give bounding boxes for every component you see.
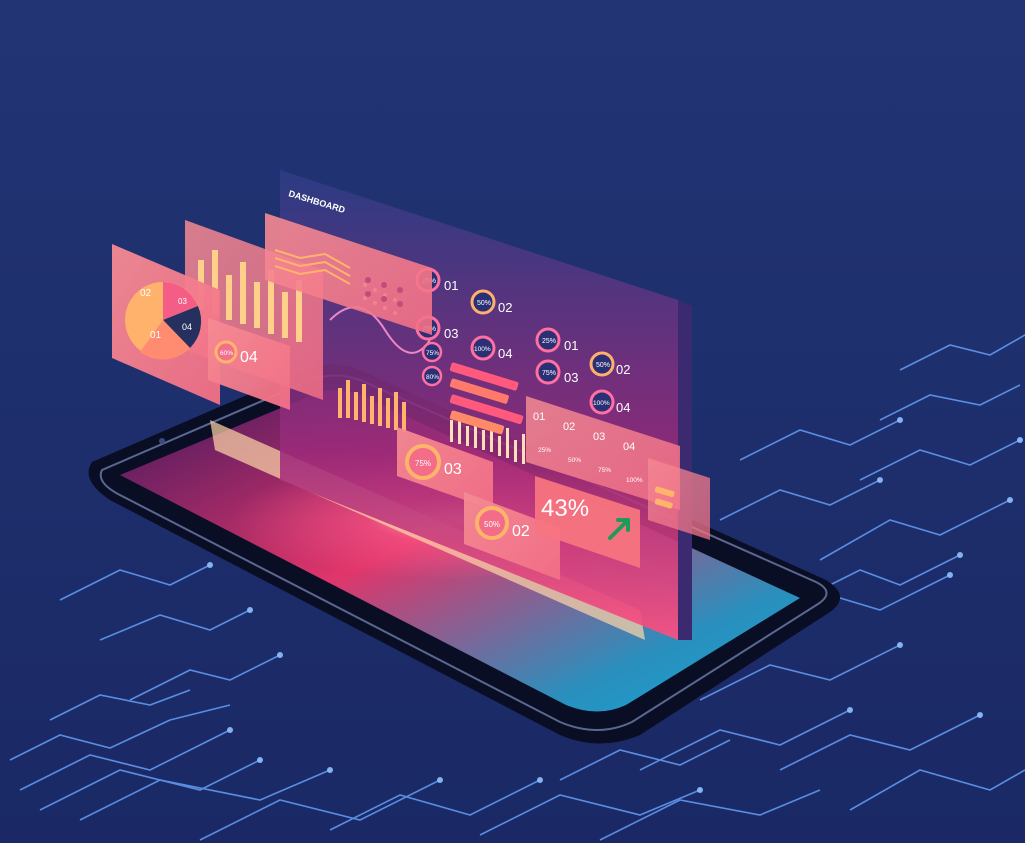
stat-number: 04 xyxy=(240,349,258,366)
ring-percent: 50% xyxy=(477,300,491,307)
small-stat: 80% xyxy=(426,374,439,381)
row-number: 03 xyxy=(444,326,458,341)
row-number: 01 xyxy=(444,278,458,293)
row-number: 04 xyxy=(623,441,635,453)
ring-percent: 75% xyxy=(542,370,556,377)
row-number: 03 xyxy=(593,431,605,443)
row-number: 02 xyxy=(498,300,512,315)
row-number: 03 xyxy=(564,370,578,385)
stat-percent: 60% xyxy=(220,350,233,357)
pie-label: 04 xyxy=(182,322,192,332)
pie-label: 01 xyxy=(150,330,162,341)
ring-percent: 25% xyxy=(542,338,556,345)
row-number: 04 xyxy=(498,346,512,361)
row-number: 01 xyxy=(533,411,545,423)
front-camera-icon xyxy=(159,438,165,444)
ring-percent: 100% xyxy=(626,477,643,484)
pie-label: 02 xyxy=(140,288,152,299)
ring-percent: 75% xyxy=(598,467,611,474)
illustration-canvas: DASHBOARD 25% 01 xyxy=(0,0,1025,843)
highlight-value: 43% xyxy=(541,495,589,522)
stat-number: 02 xyxy=(512,523,530,540)
pie-label: 03 xyxy=(178,297,187,306)
ring-percent: 100% xyxy=(474,346,491,353)
stat-number: 03 xyxy=(444,461,462,478)
ring-percent: 25% xyxy=(538,447,551,454)
ring-percent: 50% xyxy=(596,362,610,369)
row-number: 02 xyxy=(616,362,630,377)
ring-percent: 50% xyxy=(568,457,581,464)
ring-percent: 100% xyxy=(593,400,610,407)
small-stat: 75% xyxy=(426,350,439,357)
row-number: 01 xyxy=(564,338,578,353)
stat-percent: 50% xyxy=(484,520,500,529)
isometric-dashboard-illustration: DASHBOARD 25% 01 xyxy=(0,0,1025,843)
row-number: 02 xyxy=(563,421,575,433)
stat-percent: 75% xyxy=(415,459,431,468)
row-number: 04 xyxy=(616,400,630,415)
